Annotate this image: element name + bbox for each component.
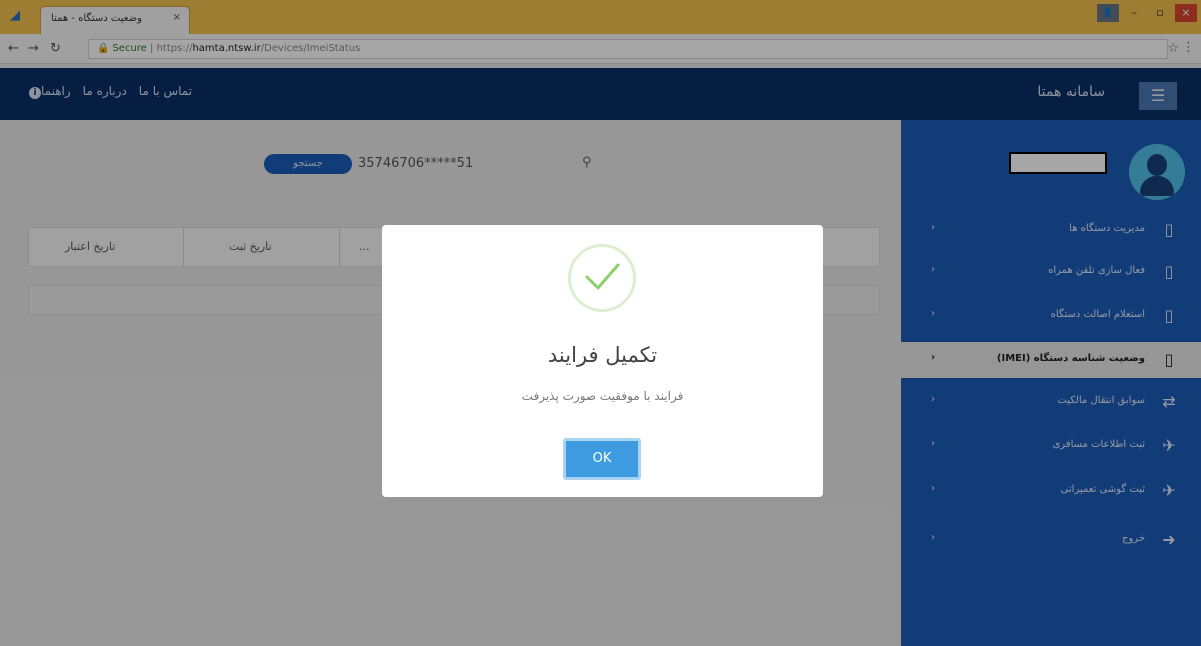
ok-button[interactable]: OK xyxy=(563,438,641,480)
success-check-icon xyxy=(568,244,636,312)
success-modal: تکمیل فرایند فرایند با موفقیت صورت پذیرف… xyxy=(382,225,823,497)
modal-message: فرایند با موفقیت صورت پذیرفت xyxy=(521,389,684,403)
modal-title: تکمیل فرایند xyxy=(547,343,658,367)
check-mark xyxy=(585,263,620,290)
